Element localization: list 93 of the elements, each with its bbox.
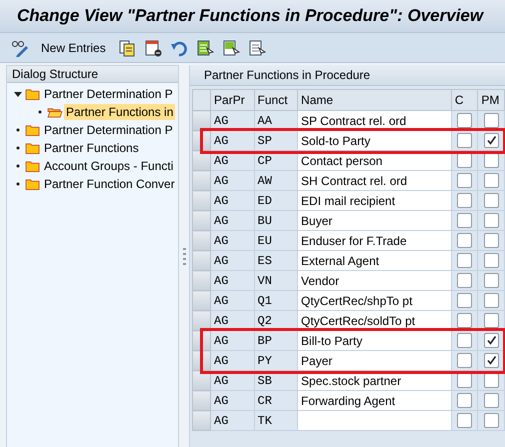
delete-icon[interactable] [144,38,162,56]
name-field[interactable]: QtyCertRec/shpTo pt [298,290,452,310]
name-field[interactable]: SH Contract rel. ord [298,170,452,190]
column-header: Funct [254,90,298,110]
table-cell: AG [210,410,254,430]
table-cell: EU [254,230,298,250]
folder-icon [47,106,63,118]
table-cell: AG [210,170,254,190]
tree-item[interactable]: Partner Determination P [42,122,175,138]
column-header: Name [298,90,452,110]
copy-icon[interactable] [118,38,136,56]
glasses-pencil-icon[interactable] [11,38,29,56]
window-title: Change View "Partner Functions in Procedure": Overview [17,6,484,26]
table-cell: AG [210,210,254,230]
checkbox[interactable] [457,333,472,348]
checkbox[interactable] [484,293,499,308]
checkbox[interactable] [484,153,499,168]
panel-header: Dialog Structure [7,66,178,83]
table-cell: AG [210,270,254,290]
table-title: Partner Functions in Procedure [190,65,505,86]
tree-item[interactable]: Partner Functions in [64,104,176,120]
checkbox[interactable] [484,133,499,148]
column-header: PM [478,90,504,110]
deselect-icon[interactable] [248,38,266,56]
name-field[interactable]: EDI mail recipient [298,190,452,210]
folder-icon [25,88,41,100]
folder-icon [25,142,41,154]
checkbox[interactable] [484,373,499,388]
table-cell: AG [210,350,254,370]
checkbox[interactable] [457,233,472,248]
tree-item[interactable]: Partner Function Conver [42,176,177,192]
checkbox[interactable] [457,253,472,268]
checkbox[interactable] [457,173,472,188]
checkbox[interactable] [457,133,472,148]
checkbox[interactable] [484,393,499,408]
checkbox[interactable] [484,173,499,188]
checkbox[interactable] [457,293,472,308]
select-block-icon[interactable] [222,38,240,56]
table-cell: PY [254,350,298,370]
checkbox[interactable] [457,113,472,128]
checkbox[interactable] [457,393,472,408]
name-field[interactable]: Forwarding Agent [298,390,452,410]
name-field[interactable]: Payer [298,350,452,370]
name-field[interactable]: External Agent [298,250,452,270]
table-cell: AG [210,290,254,310]
checkbox[interactable] [457,313,472,328]
checkbox[interactable] [484,413,499,428]
checkbox[interactable] [457,353,472,368]
name-field[interactable]: Buyer [298,210,452,230]
checkbox[interactable] [484,353,499,368]
checkbox[interactable] [457,373,472,388]
new-entries-button[interactable]: New Entries [41,40,106,54]
checkbox[interactable] [457,153,472,168]
table-cell: AG [210,230,254,250]
checkbox[interactable] [484,313,499,328]
table-cell: CR [254,390,298,410]
table-cell: ES [254,250,298,270]
column-header: C [451,90,478,110]
table-cell: AW [254,170,298,190]
checkbox[interactable] [484,253,499,268]
name-field[interactable] [298,410,452,430]
name-field[interactable]: Sold-to Party [298,130,452,150]
column-header: ParPr [210,90,254,110]
table-cell: AG [210,190,254,210]
checkbox[interactable] [484,233,499,248]
checkbox[interactable] [457,193,472,208]
checkbox[interactable] [457,413,472,428]
checkbox[interactable] [484,193,499,208]
checkbox[interactable] [457,213,472,228]
tree-item[interactable]: Account Groups - Functi [42,158,176,174]
splitter-grip-icon[interactable] [182,248,186,266]
table-cell: AG [210,390,254,410]
table-cell: Q1 [254,290,298,310]
name-field[interactable]: Vendor [298,270,452,290]
table-cell: ED [254,190,298,210]
select-all-icon[interactable] [196,38,214,56]
folder-icon [25,124,41,136]
checkbox[interactable] [484,213,499,228]
checkbox[interactable] [457,273,472,288]
checkbox[interactable] [484,113,499,128]
folder-icon [25,178,41,190]
name-field[interactable]: Bill-to Party [298,330,452,350]
tree-item[interactable]: Partner Determination P [42,86,175,102]
table-cell: AG [210,250,254,270]
tree-item[interactable]: Partner Functions [42,140,141,156]
table-cell: TK [254,410,298,430]
table-cell: VN [254,270,298,290]
expanded-arrow-icon[interactable] [13,89,23,99]
name-field[interactable]: Enduser for F.Trade [298,230,452,250]
checkbox[interactable] [484,273,499,288]
table-cell: BU [254,210,298,230]
checkbox[interactable] [484,333,499,348]
folder-icon [25,160,41,172]
